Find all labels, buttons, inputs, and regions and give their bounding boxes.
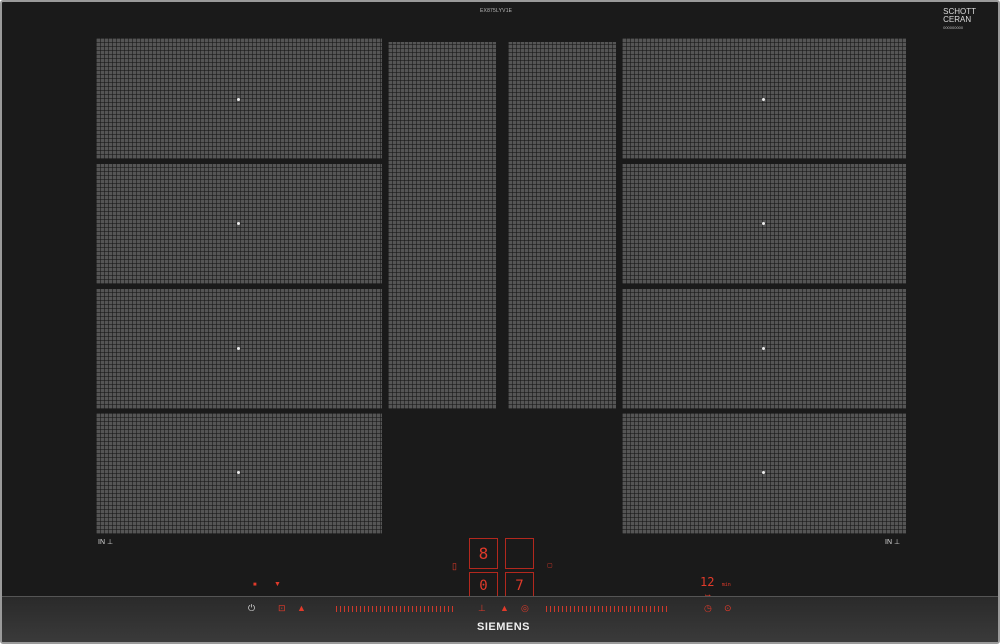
cooktop-surface: EX875LYV1E SCHOTT CERAN 000000000 IN ⊥ I… xyxy=(0,0,1000,644)
timer-value: 12 xyxy=(700,575,715,589)
zone-center-dot xyxy=(762,98,765,101)
bottom-right-digit: 7 xyxy=(515,578,524,594)
cooking-zone-right-3[interactable] xyxy=(622,289,906,409)
cooking-zone-left-2[interactable] xyxy=(96,164,382,284)
timer-display: 12 min xyxy=(700,575,731,590)
zone-center-dot xyxy=(762,471,765,474)
brand-logo: SIEMENS xyxy=(477,621,531,633)
model-number: EX875LYV1E xyxy=(480,8,513,14)
bottom-left-digit: 0 xyxy=(479,578,488,594)
cooking-zone-center-left[interactable] xyxy=(388,42,496,409)
zone-center-dot xyxy=(237,222,240,225)
power-level-digit: 8 xyxy=(478,544,489,563)
clock-icon[interactable]: ⊙ xyxy=(724,604,732,613)
timer-arrow-icon: ↦ xyxy=(705,593,711,600)
cooking-zone-left-4[interactable] xyxy=(96,413,382,534)
child-lock-icon[interactable]: ⊡ xyxy=(278,604,286,613)
zone-center-dot xyxy=(237,471,240,474)
badge-line-2: CERAN xyxy=(943,15,972,24)
flex-symbol-icon: ⊥ xyxy=(106,539,114,546)
zone-center-dot xyxy=(762,347,765,350)
cooking-zone-right-1[interactable] xyxy=(622,38,906,159)
indicator-arrow-icon: ▼ xyxy=(274,581,281,588)
power-icon[interactable]: ⏻ xyxy=(248,604,255,613)
power-slider-left[interactable] xyxy=(336,606,454,612)
move-mode-icon[interactable]: ▲ xyxy=(500,604,509,613)
right-flex-indicator: IN ⊥ xyxy=(885,538,900,546)
badge-line-3: 000000000 xyxy=(943,25,964,30)
zone-power-display-bottom-right: 7 xyxy=(505,572,534,600)
zone-power-display-top-right xyxy=(505,538,534,569)
zone-center-dot xyxy=(762,222,765,225)
cooking-zone-center-right[interactable] xyxy=(508,42,616,409)
frying-sensor-icon[interactable]: ⊥ xyxy=(478,604,486,613)
zone-center-dot xyxy=(237,98,240,101)
timer-icon[interactable]: ◷ xyxy=(704,604,712,613)
schott-ceran-badge: SCHOTT CERAN 000000000 xyxy=(943,8,976,32)
zone-power-display-bottom-left: 0 xyxy=(469,572,498,600)
left-flex-indicator: IN ⊥ xyxy=(98,538,113,546)
zone-select-right-icon[interactable]: ▢ xyxy=(547,562,553,571)
cooking-zone-left-3[interactable] xyxy=(96,289,382,409)
cooking-sensor-icon[interactable]: ◎ xyxy=(521,604,529,613)
cooking-zone-left-1[interactable] xyxy=(96,38,382,159)
flex-symbol-icon: ⊥ xyxy=(893,539,901,546)
zone-select-left-icon[interactable]: ▯ xyxy=(452,562,457,571)
indicator-dot-icon: ■ xyxy=(253,582,257,588)
left-in-label: IN xyxy=(98,539,105,546)
zone-center-dot xyxy=(237,347,240,350)
cooking-zone-right-2[interactable] xyxy=(622,164,906,284)
cooking-zone-right-4[interactable] xyxy=(622,413,906,534)
wipe-protection-icon[interactable]: ▲ xyxy=(297,604,306,613)
power-slider-right[interactable] xyxy=(546,606,670,612)
timer-unit: min xyxy=(721,582,731,588)
zone-power-display-top: 8 xyxy=(469,538,498,569)
right-in-label: IN xyxy=(885,539,892,546)
